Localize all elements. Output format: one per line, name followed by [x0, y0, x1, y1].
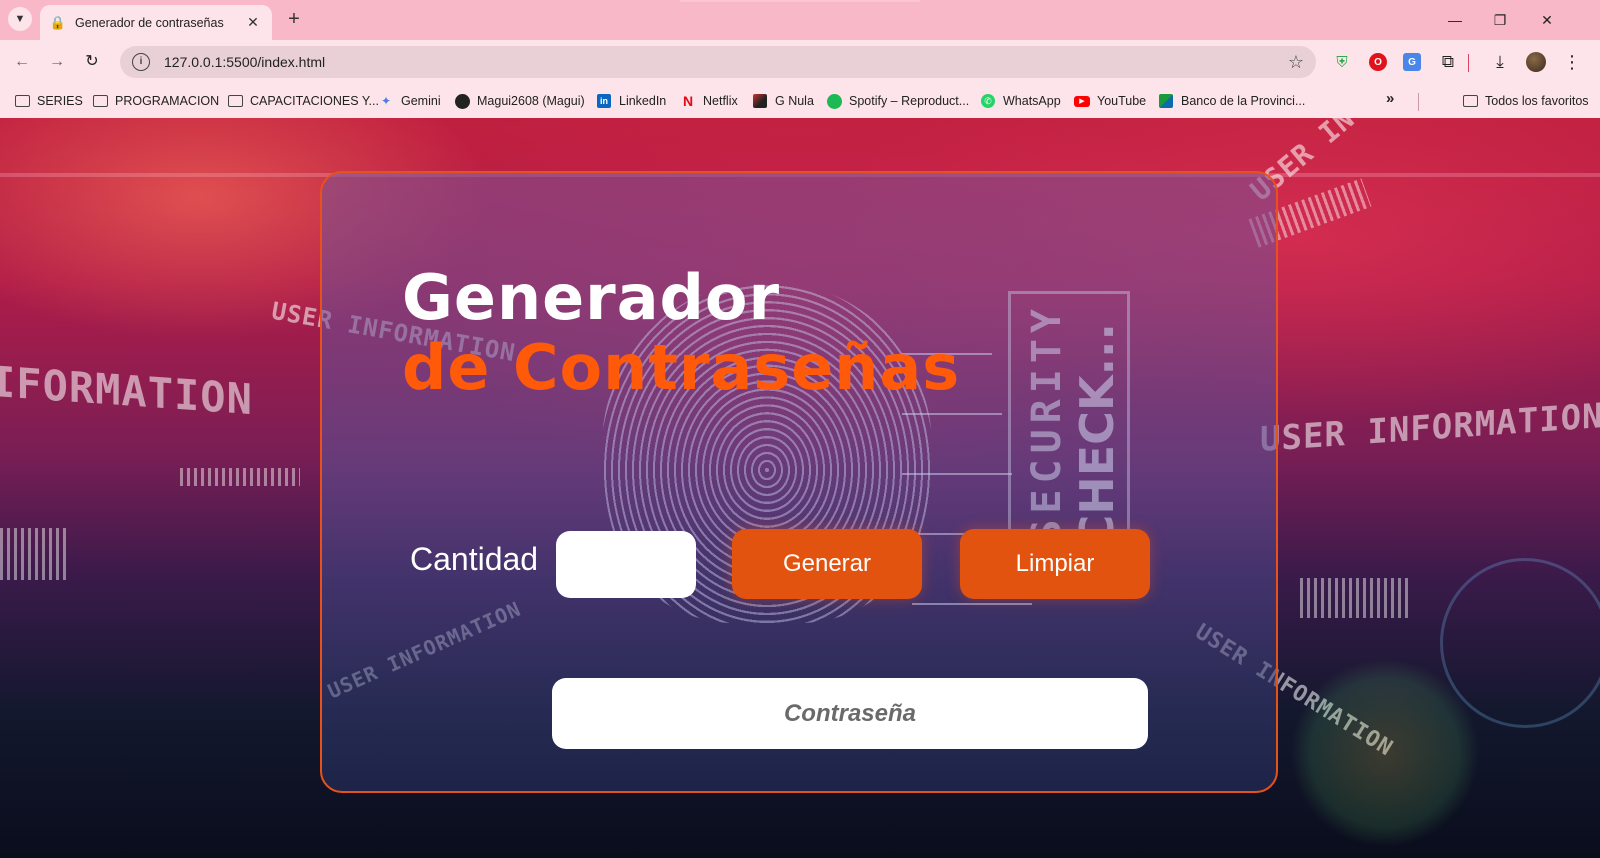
bookmark-programacion[interactable]: PROGRAMACION — [92, 91, 219, 111]
github-icon — [454, 93, 470, 109]
reload-button[interactable]: ↻ — [80, 50, 104, 74]
stop-icon: O — [1369, 53, 1387, 71]
page-title: Generador — [402, 261, 781, 334]
folder-icon — [227, 94, 243, 108]
background-bars — [0, 528, 70, 580]
new-tab-button[interactable]: + — [282, 8, 306, 32]
tab-title: Generador de contraseñas — [75, 15, 224, 30]
bookmark-label: Banco de la Provinci... — [1181, 94, 1306, 108]
linkedin-icon: in — [596, 94, 612, 108]
bookmark-capacitaciones[interactable]: CAPACITACIONES Y... — [227, 91, 379, 111]
background-bars — [180, 468, 300, 486]
all-bookmarks-folder[interactable]: Todos los favoritos — [1462, 91, 1589, 111]
security-decoration: SECURITY — [1024, 303, 1070, 544]
bookmark-label: LinkedIn — [619, 94, 667, 108]
bookmark-whatsapp[interactable]: ✆ WhatsApp — [980, 91, 1061, 111]
adblock-extension-icon[interactable]: O — [1366, 50, 1390, 74]
bookmarks-divider — [1418, 93, 1419, 111]
page-subtitle: de Contraseñas — [402, 331, 961, 404]
bookmark-label: Netflix — [703, 94, 738, 108]
tabstrip-accent — [680, 0, 920, 2]
circuit-line — [912, 603, 1032, 605]
bookmark-label: WhatsApp — [1003, 94, 1061, 108]
bookmark-label: Magui2608 (Magui) — [477, 94, 585, 108]
profile-button[interactable] — [1524, 50, 1548, 74]
bookmark-github[interactable]: Magui2608 (Magui) — [454, 91, 585, 111]
whatsapp-icon: ✆ — [980, 94, 996, 108]
netflix-icon: N — [682, 93, 694, 109]
url-text[interactable]: 127.0.0.1:5500/index.html — [164, 54, 1288, 70]
extensions-button[interactable]: ⧉ — [1436, 50, 1460, 74]
check-decoration: CHECK... — [1070, 323, 1124, 549]
forward-button[interactable]: → — [45, 50, 69, 74]
bookmark-netflix[interactable]: N Netflix — [680, 91, 738, 111]
restore-button[interactable]: ❐ — [1485, 8, 1515, 32]
bookmark-label: Gemini — [401, 94, 441, 108]
quantity-input[interactable] — [556, 531, 696, 598]
circuit-line — [902, 413, 1002, 415]
lock-icon: 🔒 — [49, 14, 67, 30]
bookmark-label: SERIES — [37, 94, 83, 108]
folder-icon — [1462, 94, 1478, 108]
bookmark-banco-provincia[interactable]: Banco de la Provinci... — [1158, 91, 1305, 111]
generate-button[interactable]: Generar — [732, 529, 922, 599]
bookmark-label: YouTube — [1097, 94, 1147, 108]
background-bars — [1300, 578, 1410, 618]
star-icon[interactable]: ☆ — [1288, 52, 1304, 73]
chevron-more-bookmarks-icon[interactable]: » — [1386, 90, 1394, 107]
background-user-information-text: IFORMATION — [0, 356, 253, 425]
bookmark-gnula[interactable]: G Nula — [752, 91, 814, 111]
bookmark-series[interactable]: SERIES — [14, 91, 83, 111]
folder-icon — [14, 94, 30, 108]
all-bookmarks-label: Todos los favoritos — [1485, 94, 1589, 108]
page-viewport: IFORMATION USER INFORMATION USER INFORMA… — [0, 118, 1600, 858]
bookmark-label: Spotify – Reproduct... — [849, 94, 970, 108]
youtube-icon: ▶ — [1074, 94, 1090, 108]
shield-extension-icon[interactable]: ⛨ — [1330, 50, 1354, 74]
browser-toolbar: ← → ↻ i 127.0.0.1:5500/index.html ☆ ⛨ O … — [0, 40, 1600, 84]
spotify-icon — [826, 93, 842, 109]
tab-strip: ▼ 🔒 Generador de contraseñas ✕ + — ❐ ✕ — [0, 0, 1600, 40]
shield-icon: ⛨ — [1336, 53, 1348, 71]
translate-extension-icon[interactable]: G — [1400, 50, 1424, 74]
translate-icon: G — [1403, 53, 1421, 71]
bookmark-linkedin[interactable]: in LinkedIn — [596, 91, 666, 111]
more-menu-icon[interactable]: ⋮ — [1560, 50, 1584, 74]
gnula-icon — [752, 94, 768, 108]
bookmark-youtube[interactable]: ▶ YouTube — [1074, 91, 1146, 111]
background-user-information-text: USER INFORMATION — [1260, 395, 1600, 461]
toolbar-divider — [1468, 54, 1469, 72]
gemini-icon: ✦ — [380, 94, 392, 108]
clear-button[interactable]: Limpiar — [960, 529, 1150, 599]
generator-card: SECURITY CHECK... Generador de Contraseñ… — [320, 171, 1278, 793]
close-icon[interactable]: ✕ — [244, 14, 262, 31]
puzzle-icon: ⧉ — [1441, 52, 1455, 71]
bookmark-spotify[interactable]: Spotify – Reproduct... — [826, 91, 969, 111]
circuit-line — [902, 473, 1012, 475]
bookmark-label: G Nula — [775, 94, 814, 108]
lens-flare — [1440, 558, 1600, 728]
tab-active[interactable]: 🔒 Generador de contraseñas ✕ — [40, 5, 272, 40]
quantity-label: Cantidad — [410, 541, 539, 577]
folder-icon — [92, 94, 108, 108]
download-icon[interactable]: ⤓ — [1488, 50, 1512, 74]
close-window-button[interactable]: ✕ — [1532, 8, 1562, 32]
address-bar[interactable]: i 127.0.0.1:5500/index.html ☆ — [120, 46, 1316, 78]
minimize-button[interactable]: — — [1440, 8, 1470, 32]
info-icon[interactable]: i — [132, 53, 150, 71]
bookmarks-bar: SERIES PROGRAMACION CAPACITACIONES Y... … — [0, 84, 1600, 118]
avatar — [1526, 52, 1546, 72]
bookmark-label: PROGRAMACION — [115, 94, 220, 108]
banco-provincia-icon — [1158, 94, 1174, 108]
back-button[interactable]: ← — [10, 50, 34, 74]
bookmark-label: CAPACITACIONES Y... — [250, 94, 379, 108]
password-output[interactable] — [552, 678, 1148, 749]
bookmark-gemini[interactable]: ✦ Gemini — [378, 91, 441, 111]
tab-search-button[interactable]: ▼ — [8, 7, 32, 31]
chevron-down-icon: ▼ — [14, 13, 26, 25]
